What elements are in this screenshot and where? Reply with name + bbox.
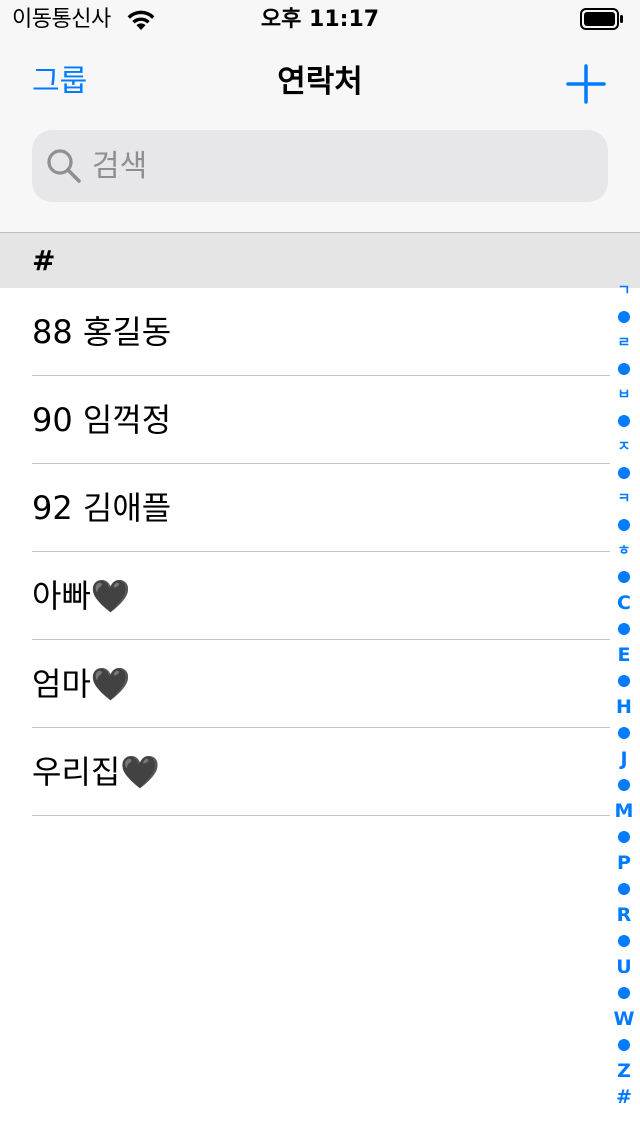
section-index-bar[interactable]: ㄱㄹㅂㅈㅋㅎ C E H J M P R U W Z #	[608, 278, 640, 1110]
index-letter[interactable]: J	[608, 746, 640, 772]
index-letter[interactable]: ㅎ	[608, 538, 640, 564]
contact-name: 90 임꺽정	[32, 401, 172, 439]
index-letter[interactable]: W	[608, 1006, 640, 1032]
contact-list: 88 홍길동 90 임꺽정 92 김애플 아빠🖤 엄마🖤 우리집🖤	[0, 288, 640, 816]
contact-row[interactable]: 88 홍길동	[0, 288, 640, 376]
index-separator-dot[interactable]	[608, 772, 640, 798]
index-letter[interactable]: ㅂ	[608, 382, 640, 408]
index-separator-dot[interactable]	[608, 980, 640, 1006]
index-letter[interactable]: ㄹ	[608, 330, 640, 356]
section-header: #	[0, 232, 640, 288]
contact-name: 92 김애플	[32, 489, 172, 527]
search-icon	[47, 149, 81, 183]
index-separator-dot[interactable]	[608, 460, 640, 486]
index-separator-dot[interactable]	[608, 928, 640, 954]
index-dot-icon	[618, 987, 630, 999]
contact-name: 88 홍길동	[32, 313, 172, 351]
index-dot-icon	[618, 623, 630, 635]
index-dot-icon	[618, 675, 630, 687]
index-letter[interactable]: M	[608, 798, 640, 824]
index-dot-icon	[618, 571, 630, 583]
contact-name: 엄마🖤	[32, 665, 131, 703]
index-dot-icon	[618, 311, 630, 323]
page-title: 연락처	[277, 64, 363, 100]
index-separator-dot[interactable]	[608, 876, 640, 902]
add-contact-button[interactable]	[566, 64, 606, 104]
search-input[interactable]	[92, 144, 572, 188]
index-letter[interactable]: E	[608, 642, 640, 668]
index-letter[interactable]: P	[608, 850, 640, 876]
status-time: 오후 11:17	[260, 7, 380, 32]
index-separator-dot[interactable]	[608, 668, 640, 694]
index-dot-icon	[618, 727, 630, 739]
search-field[interactable]	[32, 130, 608, 202]
index-letter[interactable]: Z	[608, 1058, 640, 1084]
index-dot-icon	[618, 831, 630, 843]
contact-row[interactable]: 우리집🖤	[0, 728, 640, 816]
index-dot-icon	[618, 363, 630, 375]
index-letter[interactable]: ㅈ	[608, 434, 640, 460]
index-separator-dot[interactable]	[608, 512, 640, 538]
index-separator-dot[interactable]	[608, 616, 640, 642]
index-dot-icon	[618, 467, 630, 479]
index-separator-dot[interactable]	[608, 720, 640, 746]
contact-row[interactable]: 90 임꺽정	[0, 376, 640, 464]
index-dot-icon	[618, 883, 630, 895]
contact-row[interactable]: 엄마🖤	[0, 640, 640, 728]
index-separator-dot[interactable]	[608, 304, 640, 330]
contact-row[interactable]: 92 김애플	[0, 464, 640, 552]
index-letter[interactable]: H	[608, 694, 640, 720]
section-header-label: #	[32, 244, 56, 277]
row-divider	[32, 815, 610, 816]
contact-name: 아빠🖤	[32, 577, 131, 615]
index-letter[interactable]: C	[608, 590, 640, 616]
index-dot-icon	[618, 519, 630, 531]
index-separator-dot[interactable]	[608, 824, 640, 850]
index-letter[interactable]: #	[608, 1084, 640, 1110]
index-letter[interactable]: R	[608, 902, 640, 928]
index-letter[interactable]: U	[608, 954, 640, 980]
index-letter[interactable]: ㄱ	[608, 278, 640, 304]
contact-name: 우리집🖤	[32, 753, 161, 791]
index-separator-dot[interactable]	[608, 408, 640, 434]
battery-icon	[580, 8, 623, 30]
index-separator-dot[interactable]	[608, 356, 640, 382]
index-dot-icon	[618, 779, 630, 791]
status-bar: 이동통신사 오후 11:17	[0, 0, 640, 40]
contact-row[interactable]: 아빠🖤	[0, 552, 640, 640]
index-dot-icon	[618, 935, 630, 947]
index-letter[interactable]: ㅋ	[608, 486, 640, 512]
index-separator-dot[interactable]	[608, 1032, 640, 1058]
index-dot-icon	[618, 1039, 630, 1051]
index-dot-icon	[618, 415, 630, 427]
index-separator-dot[interactable]	[608, 564, 640, 590]
